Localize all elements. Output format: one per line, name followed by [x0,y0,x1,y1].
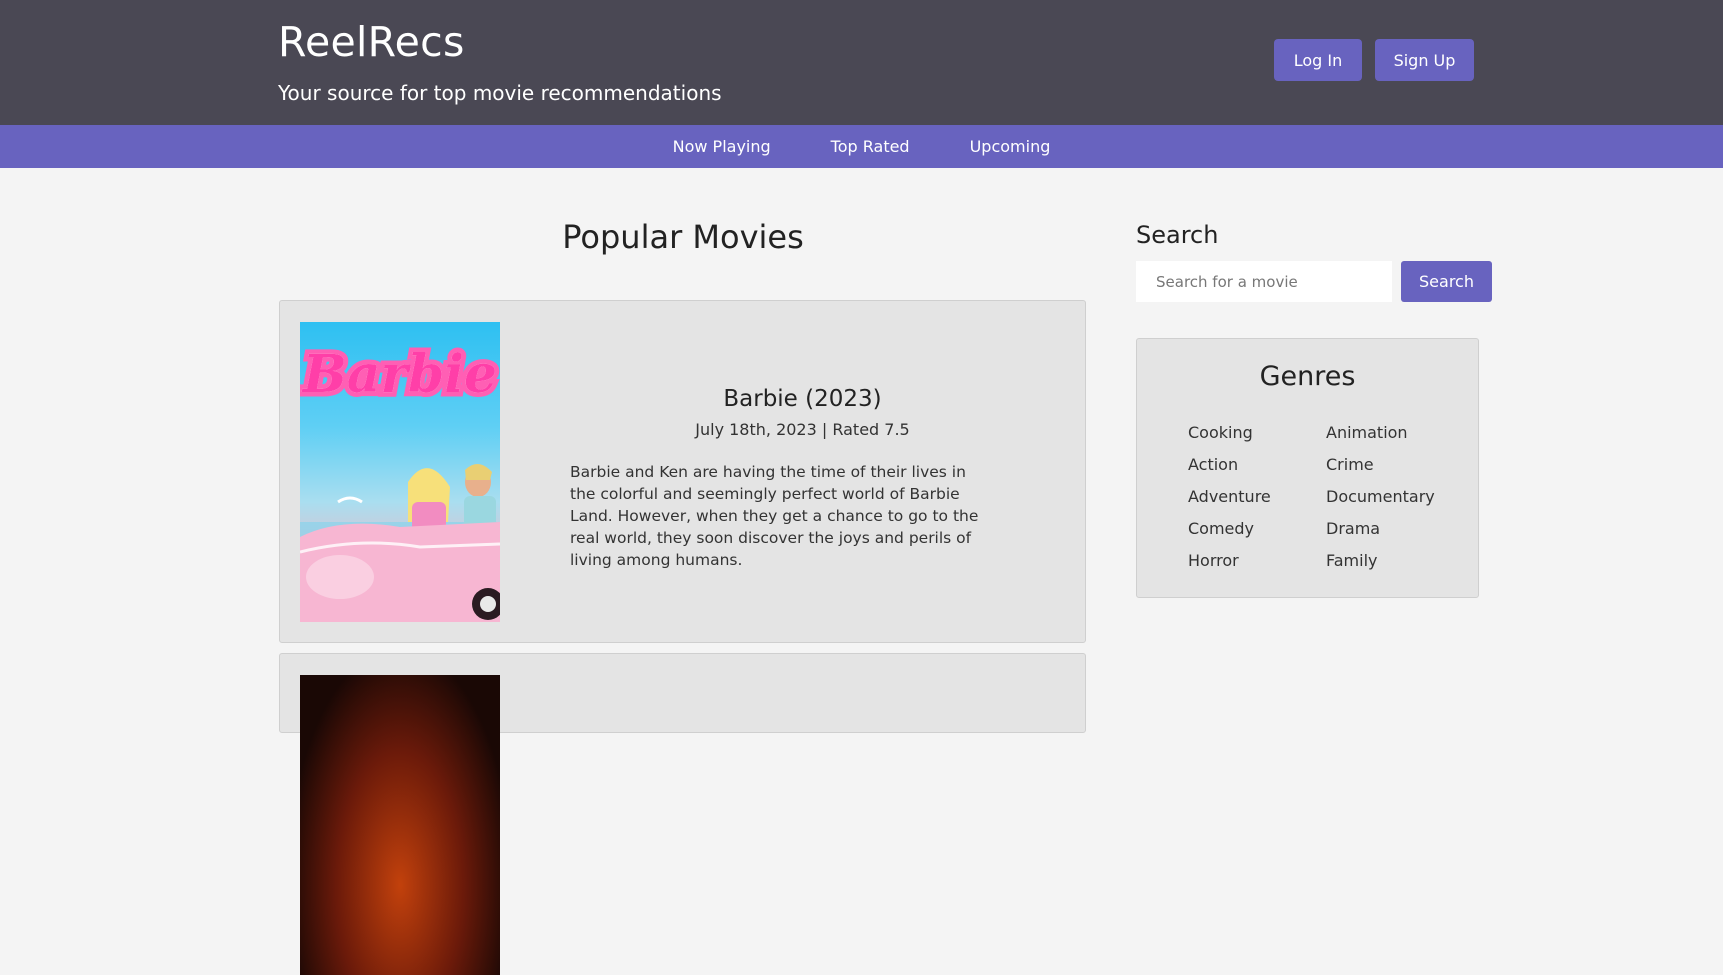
genre-link[interactable]: Documentary [1326,486,1448,508]
svg-text:Barbie: Barbie [301,344,497,405]
search-input[interactable] [1136,261,1392,302]
genre-list: Cooking Animation Action Crime Adventure… [1188,422,1448,572]
genre-link[interactable]: Action [1188,454,1326,476]
genre-link[interactable]: Crime [1326,454,1448,476]
movie-card[interactable]: Barbie Barbie Barbie (2023) July 18th, 2… [279,300,1086,643]
nav-upcoming[interactable]: Upcoming [940,125,1081,168]
genre-link[interactable]: Adventure [1188,486,1326,508]
nav-top-rated[interactable]: Top Rated [801,125,940,168]
search-heading: Search [1136,221,1219,249]
movie-poster[interactable] [300,675,500,975]
genre-link[interactable]: Family [1326,550,1448,572]
movie-poster[interactable]: Barbie Barbie [300,322,500,622]
site-header: ReelRecs Your source for top movie recom… [0,0,1723,125]
login-button[interactable]: Log In [1274,39,1362,81]
signup-button[interactable]: Sign Up [1375,39,1474,81]
genre-link[interactable]: Drama [1326,518,1448,540]
site-title[interactable]: ReelRecs [278,18,465,66]
site-tagline: Your source for top movie recommendation… [278,81,722,105]
genre-link[interactable]: Horror [1188,550,1326,572]
movie-card[interactable] [279,653,1086,975]
movie-title[interactable]: Barbie (2023) [540,386,1065,412]
barbie-poster-art: Barbie Barbie [300,340,500,622]
genre-link[interactable]: Animation [1326,422,1448,444]
main-nav: Now Playing Top Rated Upcoming [0,125,1723,168]
genres-title: Genres [1259,361,1356,392]
movie-meta: July 18th, 2023 | Rated 7.5 [695,420,910,439]
genres-panel: Genres Cooking Animation Action Crime Ad… [1136,338,1479,598]
genre-link[interactable]: Comedy [1188,518,1326,540]
section-title: Popular Movies [562,218,804,256]
movie-overview: Barbie and Ken are having the time of th… [570,463,979,569]
nav-now-playing[interactable]: Now Playing [643,125,801,168]
search-button[interactable]: Search [1401,261,1492,302]
genre-link[interactable]: Cooking [1188,422,1326,444]
